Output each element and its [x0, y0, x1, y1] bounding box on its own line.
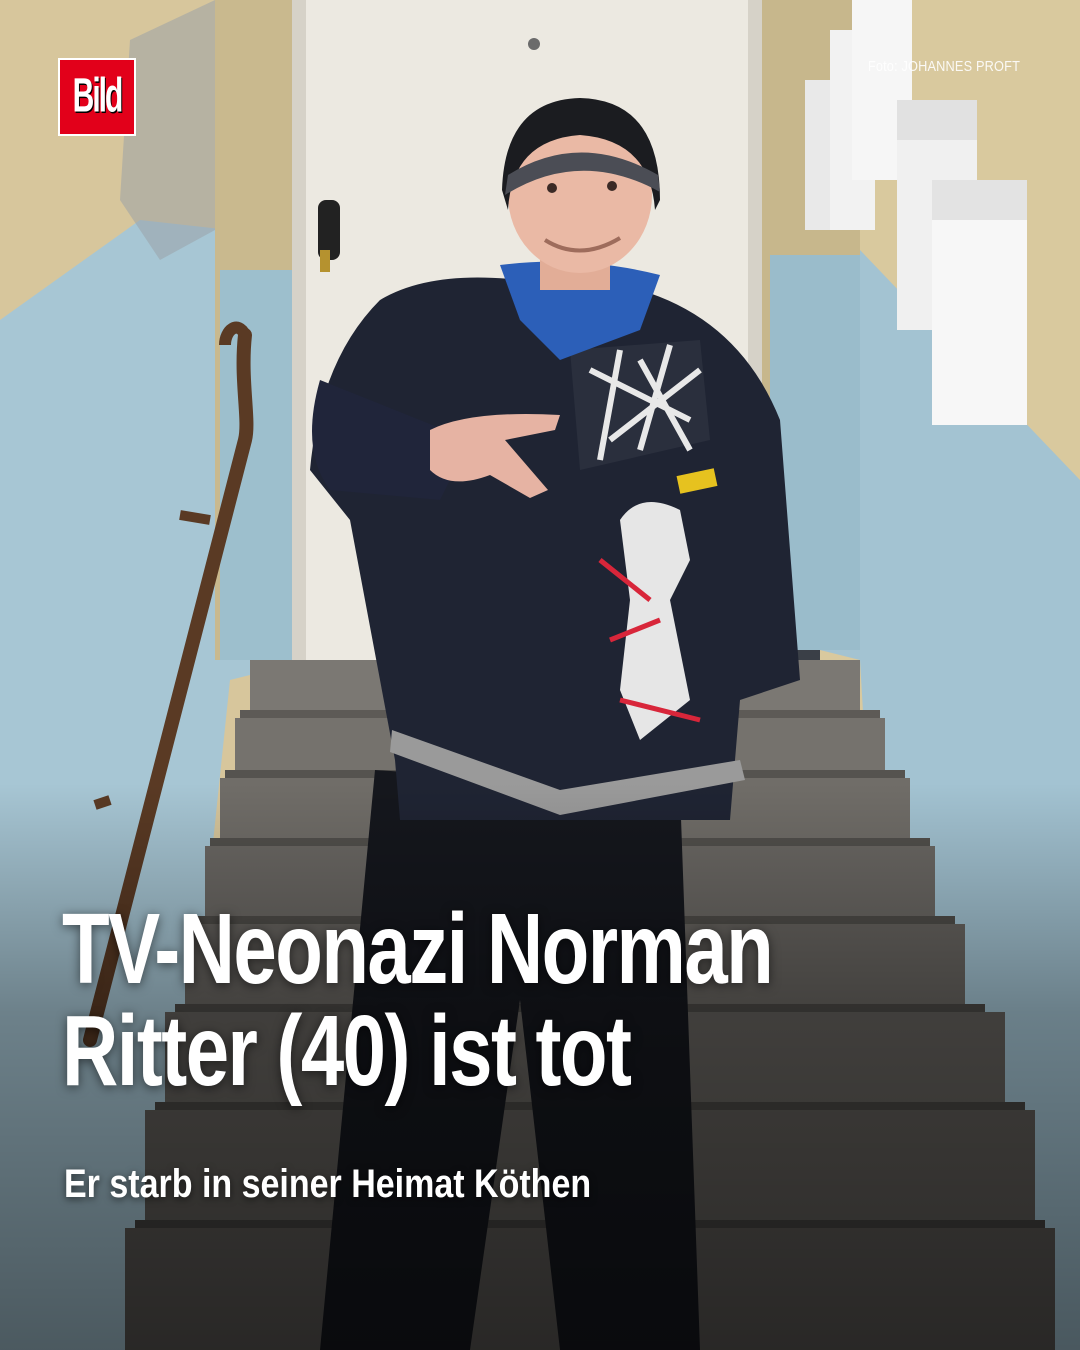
subheadline: Er starb in seiner Heimat Köthen [64, 1162, 592, 1206]
headline: TV-Neonazi Norman Ritter (40) ist tot [62, 898, 826, 1102]
logo-text: Bild [72, 69, 124, 123]
headline-line-1: TV-Neonazi Norman [62, 893, 774, 1005]
headline-line-2: Ritter (40) ist tot [62, 995, 632, 1107]
photo-credit: Foto: JOHANNES PROFT [867, 58, 1020, 75]
post-card: Bild Foto: JOHANNES PROFT TV-Neonazi Nor… [0, 0, 1080, 1350]
bild-logo: Bild [60, 60, 134, 134]
text-scrim [0, 0, 1080, 1350]
